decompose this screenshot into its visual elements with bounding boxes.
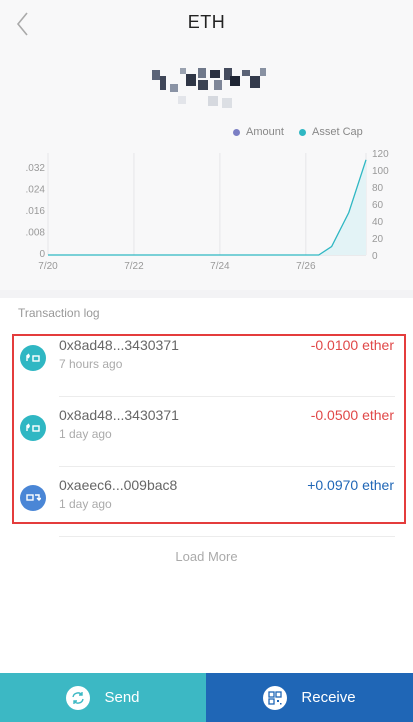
send-exchange-icon bbox=[66, 685, 91, 710]
qr-code-icon bbox=[263, 685, 288, 710]
right-axis-tick-label: 40 bbox=[372, 217, 384, 228]
load-more-button[interactable]: Load More bbox=[0, 549, 413, 564]
legend-amount: Amount bbox=[233, 126, 284, 138]
transaction-log-title: Transaction log bbox=[18, 306, 100, 320]
line-chart: .032.024.016.00801201008060402007/20 7/22… bbox=[26, 149, 390, 272]
series-line-asset-cap bbox=[48, 159, 367, 256]
legend-label: Asset Cap bbox=[312, 126, 363, 138]
legend-label: Amount bbox=[246, 126, 284, 138]
left-axis-tick-label: .032 bbox=[26, 163, 46, 174]
legend-dot-icon bbox=[233, 128, 240, 136]
send-label: Send bbox=[104, 689, 140, 706]
left-axis-tick-label: .024 bbox=[26, 185, 46, 196]
row-divider bbox=[59, 536, 395, 537]
left-axis-tick-label: .016 bbox=[26, 206, 46, 217]
right-axis-tick-label: 80 bbox=[372, 183, 384, 194]
header-panel: ETH Amount Asset Cap .032 .024 .016 .008 0 12… bbox=[0, 0, 413, 290]
right-axis-tick-label: 100 bbox=[372, 166, 389, 177]
right-axis-tick-label: 20 bbox=[372, 234, 384, 245]
balance-obscured bbox=[152, 68, 266, 108]
receive-button[interactable]: Receive bbox=[206, 673, 413, 722]
legend-asset-cap: Asset Cap bbox=[299, 126, 363, 138]
x-axis-tick-label: 7/20 bbox=[38, 261, 58, 272]
right-axis-tick-label: 0 bbox=[372, 251, 378, 262]
left-axis-tick-label: .008 bbox=[26, 228, 46, 239]
area-fill bbox=[318, 159, 366, 255]
left-axis-tick-label: 0 bbox=[39, 249, 45, 260]
x-axis-tick-label: 7/26 bbox=[296, 261, 316, 272]
page-title: ETH bbox=[187, 12, 226, 32]
right-axis-tick-label: 120 bbox=[372, 149, 389, 160]
section-divider bbox=[0, 290, 413, 298]
x-axis-tick-label: 7/24 bbox=[210, 261, 230, 272]
bottom-action-bar: Send Receive bbox=[0, 673, 413, 722]
highlight-box bbox=[12, 334, 406, 524]
right-axis-tick-label: 60 bbox=[372, 200, 384, 211]
receive-label: Receive bbox=[301, 689, 356, 706]
x-axis-tick-label: 7/22 bbox=[124, 261, 144, 272]
legend-dot-icon bbox=[299, 128, 306, 136]
send-button[interactable]: Send bbox=[0, 673, 206, 722]
